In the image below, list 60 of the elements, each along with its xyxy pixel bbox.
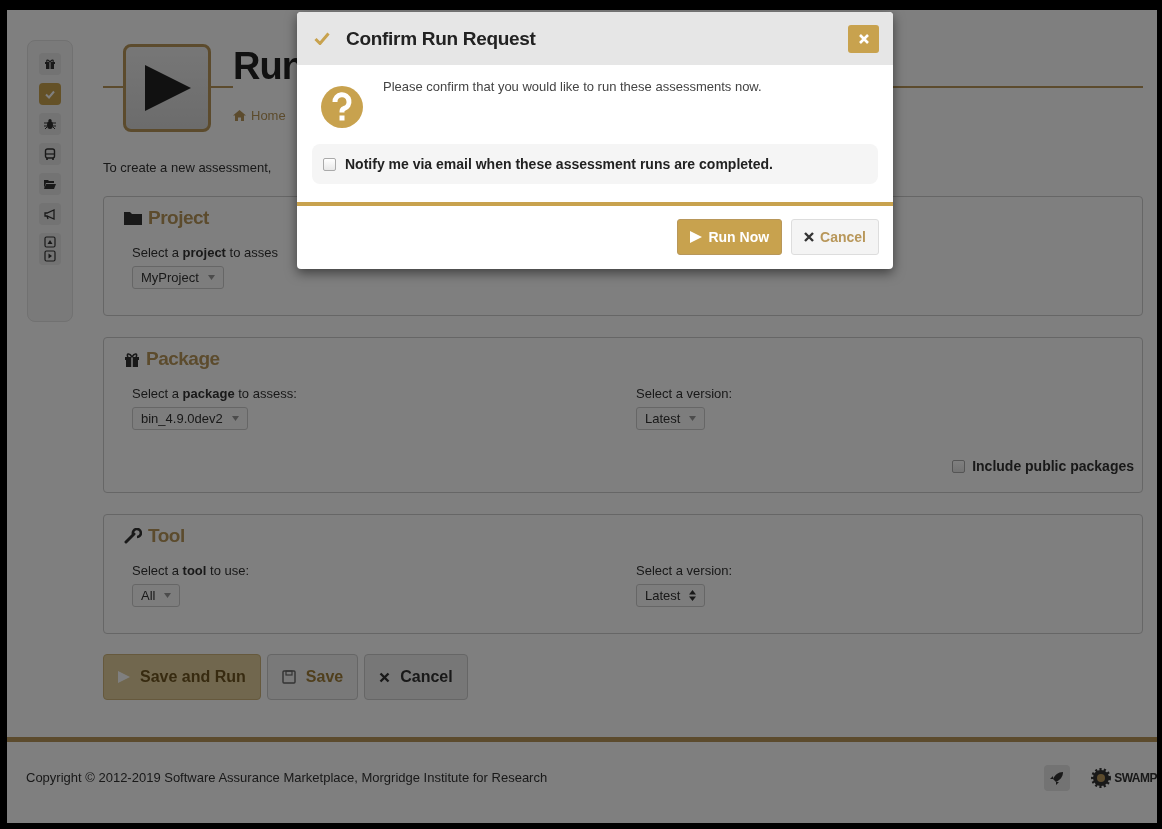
caret-icon (164, 593, 172, 598)
check-icon (314, 32, 330, 45)
folder-icon (124, 211, 142, 225)
dialog-message: Please confirm that you would like to run these assessments now. (383, 79, 762, 94)
section-title: Tool (148, 525, 185, 547)
close-icon (858, 33, 869, 44)
field-label: Select a project to asses (132, 245, 278, 260)
logo-text: SWAMP (1114, 770, 1157, 785)
select-dropdown[interactable]: Latest (636, 407, 706, 430)
sidebar-item[interactable] (39, 143, 61, 165)
caret-icon (207, 275, 215, 280)
check-icon (44, 88, 56, 100)
gift-icon (44, 58, 56, 70)
cancel-button[interactable]: Cancel (364, 654, 468, 700)
megaphone-icon (44, 208, 56, 220)
sidebar-item[interactable] (39, 233, 61, 265)
intro-text: To create a new assessment, (103, 160, 272, 175)
caret-icon (689, 416, 697, 421)
run-now-button[interactable]: Run Now (677, 219, 783, 255)
checkbox-label: Include public packages (972, 458, 1134, 474)
gift-icon (124, 351, 140, 367)
select-dropdown[interactable]: Latest (636, 584, 706, 607)
section-title: Project (148, 207, 209, 229)
field-label: Select a package to assess: (132, 386, 297, 401)
home-breadcrumb[interactable]: Home (233, 108, 310, 123)
gear-icon (1090, 766, 1113, 789)
dialog-title: Confirm Run Request (346, 27, 537, 50)
arrow-boxes-icon (44, 236, 56, 262)
close-button[interactable] (848, 24, 879, 53)
wrench-icon (124, 528, 142, 544)
field-label: Select a version: (636, 386, 733, 401)
sidebar-item[interactable] (39, 53, 61, 75)
rocket-icon (1050, 770, 1065, 785)
sidebar-item[interactable] (39, 113, 61, 135)
rocket-button[interactable] (1044, 764, 1071, 791)
sidebar-item[interactable] (39, 203, 61, 225)
close-icon (379, 671, 391, 683)
caret-icon (231, 416, 239, 421)
play-icon (118, 671, 130, 683)
play-icon (690, 231, 703, 243)
checkbox-label: Notify me via email when these assessment runs are completed. (345, 156, 773, 172)
sidebar-item[interactable] (39, 173, 61, 195)
copyright-text: Copyright © 2012-2019 Software Assurance Marketplace, Morgridge Institute for Research (26, 770, 549, 785)
select-dropdown[interactable]: bin_4.9.0dev2 (132, 407, 248, 430)
home-icon (233, 110, 246, 121)
checkbox[interactable] (952, 459, 966, 473)
section-title: Package (146, 348, 220, 370)
bus-icon (44, 148, 56, 160)
up-down-icon (689, 590, 697, 601)
checkbox[interactable] (323, 157, 336, 171)
floppy-icon (281, 670, 296, 684)
bug-icon (44, 118, 56, 130)
close-icon (804, 232, 815, 242)
field-label: Select a version: (636, 563, 733, 578)
field-label: Select a tool to use: (132, 563, 250, 578)
folder-icon (44, 178, 56, 190)
select-dropdown[interactable]: MyProject (132, 266, 224, 289)
cancel-button[interactable]: Cancel (791, 219, 879, 255)
question-icon (321, 86, 363, 128)
select-dropdown[interactable]: All (132, 584, 181, 607)
